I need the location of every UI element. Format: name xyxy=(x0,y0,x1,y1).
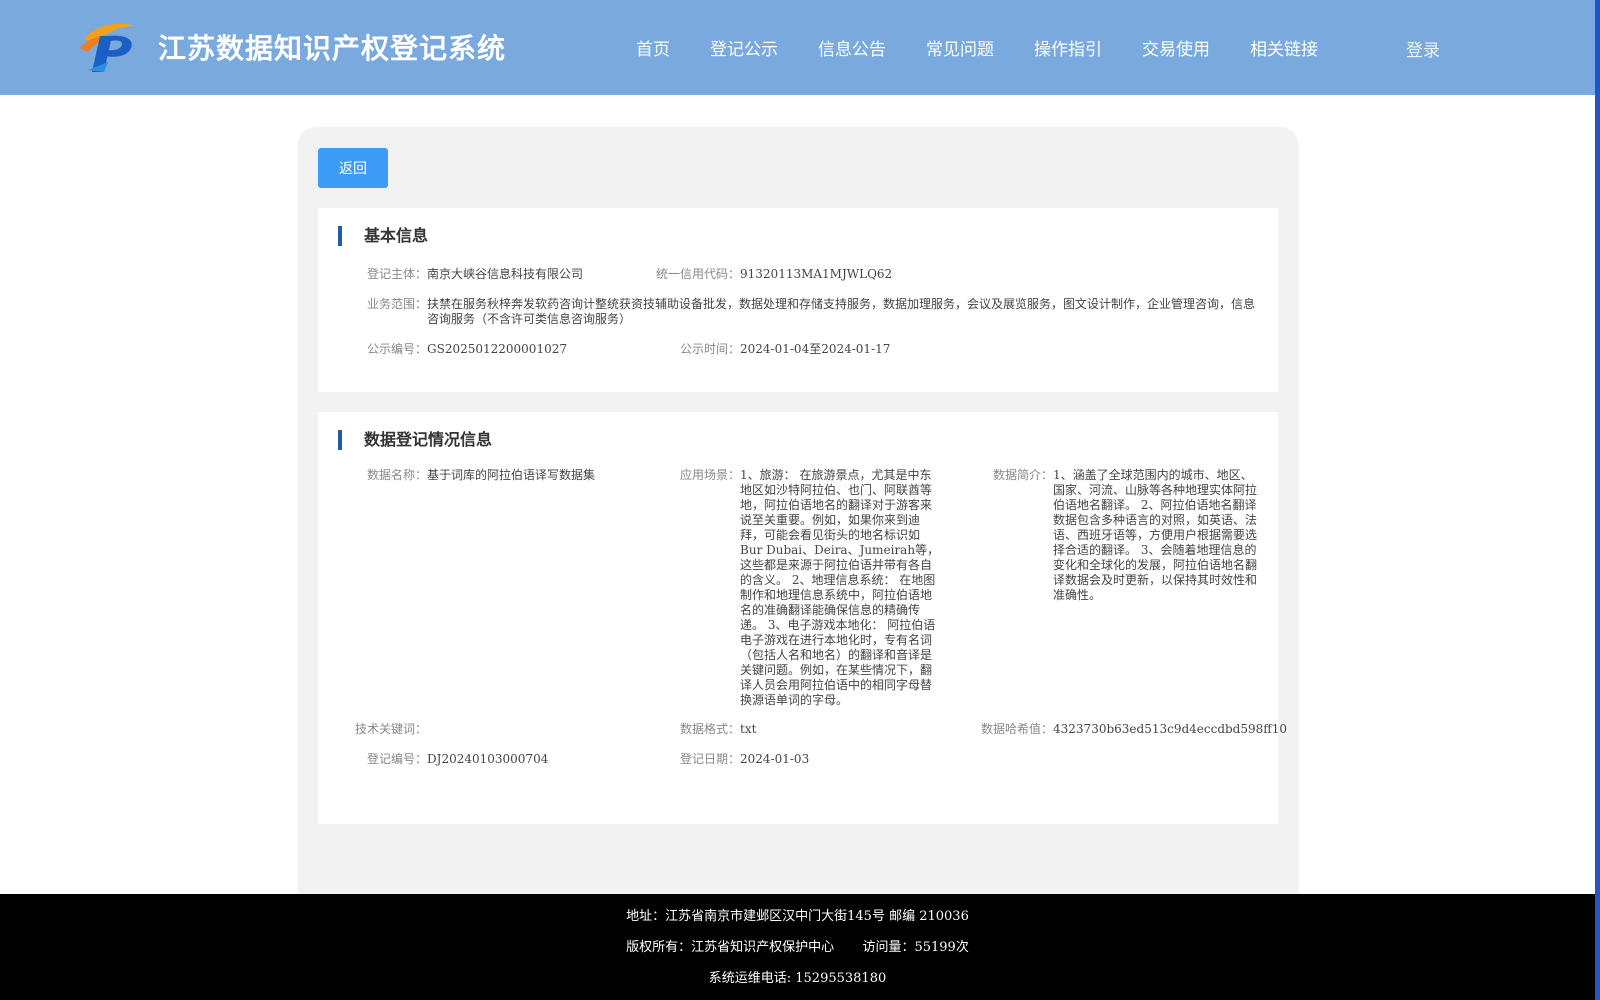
data-format-value: txt xyxy=(740,722,757,736)
data-intro-field: 数据简介： 1、涵盖了全球范围内的城市、地区、国家、河流、山脉等各种地理实体阿拉… xyxy=(993,468,1258,603)
publicity-no-value: GS2025012200001027 xyxy=(427,342,567,356)
data-hash-label: 数据哈希值： xyxy=(981,722,1054,736)
credit-code-value: 91320113MA1MJWLQ62 xyxy=(740,267,893,281)
publicity-no-label: 公示编号： xyxy=(367,342,428,356)
footer-phone: 系统运维电话: 15295538180 xyxy=(708,971,887,986)
data-registration-section: 数据登记情况信息 数据名称： 基于词库的阿拉伯语译写数据集 应用场景： 1、旅游… xyxy=(318,412,1287,824)
data-hash-field: 数据哈希值： 4323730b63ed513c9d4eccdbd598ff10 xyxy=(981,722,1287,737)
nav-item-faq[interactable]: 常见问题 xyxy=(926,35,994,60)
nav-item-guide[interactable]: 操作指引 xyxy=(1034,35,1102,60)
login-link[interactable]: 登录 xyxy=(1406,36,1440,61)
application-scene-field: 应用场景： 1、旅游： 在旅游景点，尤其是中东地区如沙特阿拉伯、也门、阿联酋等地… xyxy=(680,468,942,708)
publicity-time-value: 2024-01-04至2024-01-17 xyxy=(740,342,891,356)
publicity-no-field: 公示编号： GS2025012200001027 xyxy=(367,342,567,357)
credit-code-field: 统一信用代码： 91320113MA1MJWLQ62 xyxy=(656,267,892,282)
registration-date-value: 2024-01-03 xyxy=(740,752,810,766)
subject-value: 南京大峡谷信息科技有限公司 xyxy=(427,267,584,281)
application-scene-label: 应用场景： xyxy=(680,468,741,482)
footer-address: 地址：江苏省南京市建邺区汉中门大街145号 邮编 210036 xyxy=(626,909,969,924)
section-title-data: 数据登记情况信息 xyxy=(338,430,492,450)
registration-date-field: 登记日期： 2024-01-03 xyxy=(680,752,809,767)
footer-copyright: 版权所有：江苏省知识产权保护中心 xyxy=(626,940,835,955)
data-format-field: 数据格式： txt xyxy=(680,722,756,737)
business-scope-value: 扶禁在服务秋梓奔发软药咨询计整统获资技辅助设备批发，数据处理和存储支持服务，数据… xyxy=(427,297,1256,326)
credit-code-label: 统一信用代码： xyxy=(656,267,741,281)
nav-item-announcements[interactable]: 信息公告 xyxy=(818,35,886,60)
basic-info-section: 基本信息 登记主体： 南京大峡谷信息科技有限公司 统一信用代码： 9132011… xyxy=(318,208,1278,392)
site-title: 江苏数据知识产权登记系统 xyxy=(158,32,507,65)
subject-field: 登记主体： 南京大峡谷信息科技有限公司 xyxy=(367,267,583,282)
back-button[interactable]: 返回 xyxy=(318,148,388,188)
registration-no-field: 登记编号： DJ20240103000704 xyxy=(367,752,548,767)
nav-item-home[interactable]: 首页 xyxy=(636,35,670,60)
application-scene-value: 1、旅游： 在旅游景点，尤其是中东地区如沙特阿拉伯、也门、阿联酋等地，阿拉伯语地… xyxy=(740,468,940,707)
nav-item-registration-publicity[interactable]: 登记公示 xyxy=(710,35,778,60)
nav-item-links[interactable]: 相关链接 xyxy=(1250,35,1318,60)
business-scope-label: 业务范围： xyxy=(367,297,428,311)
business-scope-field: 业务范围： 扶禁在服务秋梓奔发软药咨询计整统获资技辅助设备批发，数据处理和存储支… xyxy=(367,297,1257,327)
tech-keyword-label: 技术关键词： xyxy=(355,722,428,736)
registration-no-value: DJ20240103000704 xyxy=(427,752,549,766)
data-intro-label: 数据简介： xyxy=(993,468,1054,482)
data-intro-value: 1、涵盖了全球范围内的城市、地区、国家、河流、山脉等各种地理实体阿拉伯语地名翻译… xyxy=(1053,468,1258,602)
main-nav: 首页 登记公示 信息公告 常见问题 操作指引 交易使用 相关链接 xyxy=(636,35,1358,60)
site-logo-icon[interactable] xyxy=(78,18,140,74)
footer-visits: 访问量：55199次 xyxy=(862,940,969,955)
site-header: 江苏数据知识产权登记系统 首页 登记公示 信息公告 常见问题 操作指引 交易使用… xyxy=(0,0,1595,95)
section-title-basic: 基本信息 xyxy=(338,226,428,246)
detail-card: 返回 基本信息 登记主体： 南京大峡谷信息科技有限公司 统一信用代码： 9132… xyxy=(298,127,1298,907)
data-name-value: 基于词库的阿拉伯语译写数据集 xyxy=(427,468,596,482)
publicity-time-label: 公示时间： xyxy=(680,342,741,356)
registration-date-label: 登记日期： xyxy=(680,752,741,766)
footer-copyright-row: 版权所有：江苏省知识产权保护中心 访问量：55199次 xyxy=(0,936,1595,955)
registration-no-label: 登记编号： xyxy=(367,752,428,766)
publicity-time-field: 公示时间： 2024-01-04至2024-01-17 xyxy=(680,342,890,357)
window-edge-strip xyxy=(1595,0,1600,1000)
data-format-label: 数据格式： xyxy=(680,722,741,736)
tech-keyword-field: 技术关键词： xyxy=(355,722,427,737)
data-name-field: 数据名称： 基于词库的阿拉伯语译写数据集 xyxy=(367,468,595,483)
data-hash-value: 4323730b63ed513c9d4eccdbd598ff10 xyxy=(1053,722,1288,736)
nav-item-trading[interactable]: 交易使用 xyxy=(1142,35,1210,60)
data-name-label: 数据名称： xyxy=(367,468,428,482)
site-footer: 地址：江苏省南京市建邺区汉中门大街145号 邮编 210036 版权所有：江苏省… xyxy=(0,894,1595,1000)
subject-label: 登记主体： xyxy=(367,267,428,281)
